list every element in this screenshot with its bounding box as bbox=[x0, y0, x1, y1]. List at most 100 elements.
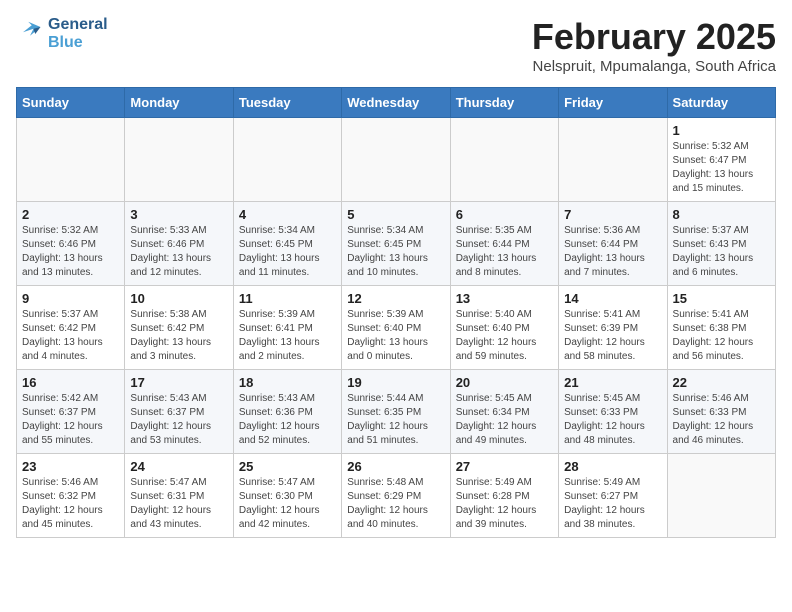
day-number: 11 bbox=[239, 291, 336, 306]
day-cell bbox=[559, 118, 667, 202]
day-number: 2 bbox=[22, 207, 119, 222]
day-info: Sunrise: 5:44 AM Sunset: 6:35 PM Dayligh… bbox=[347, 392, 444, 448]
weekday-header-wednesday: Wednesday bbox=[342, 88, 450, 118]
day-info: Sunrise: 5:41 AM Sunset: 6:39 PM Dayligh… bbox=[564, 308, 661, 364]
day-number: 12 bbox=[347, 291, 444, 306]
day-cell: 17 Sunrise: 5:43 AM Sunset: 6:37 PM Dayli… bbox=[125, 370, 233, 454]
day-info: Sunrise: 5:34 AM Sunset: 6:45 PM Dayligh… bbox=[347, 224, 444, 280]
day-cell: 19 Sunrise: 5:44 AM Sunset: 6:35 PM Dayli… bbox=[342, 370, 450, 454]
weekday-header-thursday: Thursday bbox=[450, 88, 558, 118]
day-info: Sunrise: 5:38 AM Sunset: 6:42 PM Dayligh… bbox=[130, 308, 227, 364]
day-cell: 8 Sunrise: 5:37 AM Sunset: 6:43 PM Daylig… bbox=[667, 202, 775, 286]
week-row-1: 1 Sunrise: 5:32 AM Sunset: 6:47 PM Daylig… bbox=[17, 118, 776, 202]
weekday-header-row: SundayMondayTuesdayWednesdayThursdayFrid… bbox=[17, 88, 776, 118]
day-info: Sunrise: 5:45 AM Sunset: 6:33 PM Dayligh… bbox=[564, 392, 661, 448]
day-cell: 10Sunrise: 5:38 AM Sunset: 6:42 PM Dayli… bbox=[125, 286, 233, 370]
day-number: 13 bbox=[456, 291, 553, 306]
day-cell: 21 Sunrise: 5:45 AM Sunset: 6:33 PM Dayli… bbox=[559, 370, 667, 454]
day-cell: 20 Sunrise: 5:45 AM Sunset: 6:34 PM Dayli… bbox=[450, 370, 558, 454]
day-cell: 27 Sunrise: 5:49 AM Sunset: 6:28 PM Dayli… bbox=[450, 454, 558, 538]
day-info: Sunrise: 5:32 AM Sunset: 6:46 PM Dayligh… bbox=[22, 224, 119, 280]
day-cell: 4 Sunrise: 5:34 AM Sunset: 6:45 PM Daylig… bbox=[233, 202, 341, 286]
day-info: Sunrise: 5:35 AM Sunset: 6:44 PM Dayligh… bbox=[456, 224, 553, 280]
day-info: Sunrise: 5:48 AM Sunset: 6:29 PM Dayligh… bbox=[347, 476, 444, 532]
day-info: Sunrise: 5:39 AM Sunset: 6:40 PM Dayligh… bbox=[347, 308, 444, 364]
day-info: Sunrise: 5:47 AM Sunset: 6:30 PM Dayligh… bbox=[239, 476, 336, 532]
day-cell: 5 Sunrise: 5:34 AM Sunset: 6:45 PM Daylig… bbox=[342, 202, 450, 286]
logo: General Blue bbox=[16, 16, 108, 51]
day-info: Sunrise: 5:33 AM Sunset: 6:46 PM Dayligh… bbox=[130, 224, 227, 280]
day-number: 18 bbox=[239, 375, 336, 390]
day-cell: 9 Sunrise: 5:37 AM Sunset: 6:42 PM Daylig… bbox=[17, 286, 125, 370]
day-info: Sunrise: 5:47 AM Sunset: 6:31 PM Dayligh… bbox=[130, 476, 227, 532]
day-number: 17 bbox=[130, 375, 227, 390]
day-cell bbox=[450, 118, 558, 202]
day-number: 6 bbox=[456, 207, 553, 222]
month-title: February 2025 bbox=[532, 16, 776, 58]
weekday-header-friday: Friday bbox=[559, 88, 667, 118]
day-info: Sunrise: 5:46 AM Sunset: 6:33 PM Dayligh… bbox=[673, 392, 770, 448]
day-number: 28 bbox=[564, 459, 661, 474]
title-section: February 2025 Nelspruit, Mpumalanga, Sou… bbox=[532, 16, 776, 75]
day-cell: 7 Sunrise: 5:36 AM Sunset: 6:44 PM Daylig… bbox=[559, 202, 667, 286]
day-number: 3 bbox=[130, 207, 227, 222]
day-cell: 25Sunrise: 5:47 AM Sunset: 6:30 PM Dayli… bbox=[233, 454, 341, 538]
day-cell: 18 Sunrise: 5:43 AM Sunset: 6:36 PM Dayli… bbox=[233, 370, 341, 454]
day-info: Sunrise: 5:43 AM Sunset: 6:37 PM Dayligh… bbox=[130, 392, 227, 448]
day-info: Sunrise: 5:49 AM Sunset: 6:28 PM Dayligh… bbox=[456, 476, 553, 532]
week-row-2: 2 Sunrise: 5:32 AM Sunset: 6:46 PM Daylig… bbox=[17, 202, 776, 286]
day-info: Sunrise: 5:37 AM Sunset: 6:43 PM Dayligh… bbox=[673, 224, 770, 280]
weekday-header-saturday: Saturday bbox=[667, 88, 775, 118]
day-cell: 26 Sunrise: 5:48 AM Sunset: 6:29 PM Dayli… bbox=[342, 454, 450, 538]
day-info: Sunrise: 5:32 AM Sunset: 6:47 PM Dayligh… bbox=[673, 140, 770, 196]
day-cell: 12 Sunrise: 5:39 AM Sunset: 6:40 PM Dayli… bbox=[342, 286, 450, 370]
day-cell bbox=[342, 118, 450, 202]
day-number: 19 bbox=[347, 375, 444, 390]
day-number: 7 bbox=[564, 207, 661, 222]
day-info: Sunrise: 5:49 AM Sunset: 6:27 PM Dayligh… bbox=[564, 476, 661, 532]
day-number: 21 bbox=[564, 375, 661, 390]
week-row-5: 23 Sunrise: 5:46 AM Sunset: 6:32 PM Dayli… bbox=[17, 454, 776, 538]
logo-line1: General bbox=[48, 16, 108, 34]
day-info: Sunrise: 5:43 AM Sunset: 6:36 PM Dayligh… bbox=[239, 392, 336, 448]
day-cell bbox=[125, 118, 233, 202]
day-number: 8 bbox=[673, 207, 770, 222]
day-cell: 3 Sunrise: 5:33 AM Sunset: 6:46 PM Daylig… bbox=[125, 202, 233, 286]
day-info: Sunrise: 5:36 AM Sunset: 6:44 PM Dayligh… bbox=[564, 224, 661, 280]
day-cell: 13Sunrise: 5:40 AM Sunset: 6:40 PM Dayli… bbox=[450, 286, 558, 370]
day-number: 9 bbox=[22, 291, 119, 306]
day-cell bbox=[233, 118, 341, 202]
day-number: 22 bbox=[673, 375, 770, 390]
logo-line2: Blue bbox=[48, 34, 108, 52]
day-number: 5 bbox=[347, 207, 444, 222]
day-info: Sunrise: 5:42 AM Sunset: 6:37 PM Dayligh… bbox=[22, 392, 119, 448]
day-cell: 1 Sunrise: 5:32 AM Sunset: 6:47 PM Daylig… bbox=[667, 118, 775, 202]
weekday-header-sunday: Sunday bbox=[17, 88, 125, 118]
day-cell: 11 Sunrise: 5:39 AM Sunset: 6:41 PM Dayli… bbox=[233, 286, 341, 370]
day-cell: 6 Sunrise: 5:35 AM Sunset: 6:44 PM Daylig… bbox=[450, 202, 558, 286]
day-number: 4 bbox=[239, 207, 336, 222]
day-info: Sunrise: 5:39 AM Sunset: 6:41 PM Dayligh… bbox=[239, 308, 336, 364]
day-number: 20 bbox=[456, 375, 553, 390]
day-info: Sunrise: 5:45 AM Sunset: 6:34 PM Dayligh… bbox=[456, 392, 553, 448]
logo-icon bbox=[16, 20, 44, 48]
day-info: Sunrise: 5:41 AM Sunset: 6:38 PM Dayligh… bbox=[673, 308, 770, 364]
day-number: 1 bbox=[673, 123, 770, 138]
day-cell: 16 Sunrise: 5:42 AM Sunset: 6:37 PM Dayli… bbox=[17, 370, 125, 454]
day-info: Sunrise: 5:37 AM Sunset: 6:42 PM Dayligh… bbox=[22, 308, 119, 364]
week-row-4: 16 Sunrise: 5:42 AM Sunset: 6:37 PM Dayli… bbox=[17, 370, 776, 454]
day-cell: 14Sunrise: 5:41 AM Sunset: 6:39 PM Dayli… bbox=[559, 286, 667, 370]
day-cell: 23 Sunrise: 5:46 AM Sunset: 6:32 PM Dayli… bbox=[17, 454, 125, 538]
day-number: 26 bbox=[347, 459, 444, 474]
weekday-header-monday: Monday bbox=[125, 88, 233, 118]
day-number: 23 bbox=[22, 459, 119, 474]
day-number: 24 bbox=[130, 459, 227, 474]
day-info: Sunrise: 5:34 AM Sunset: 6:45 PM Dayligh… bbox=[239, 224, 336, 280]
day-info: Sunrise: 5:46 AM Sunset: 6:32 PM Dayligh… bbox=[22, 476, 119, 532]
day-number: 27 bbox=[456, 459, 553, 474]
week-row-3: 9 Sunrise: 5:37 AM Sunset: 6:42 PM Daylig… bbox=[17, 286, 776, 370]
page-header: General Blue February 2025 Nelspruit, Mp… bbox=[16, 16, 776, 75]
day-cell: 24 Sunrise: 5:47 AM Sunset: 6:31 PM Dayli… bbox=[125, 454, 233, 538]
location-title: Nelspruit, Mpumalanga, South Africa bbox=[532, 58, 776, 75]
day-number: 16 bbox=[22, 375, 119, 390]
